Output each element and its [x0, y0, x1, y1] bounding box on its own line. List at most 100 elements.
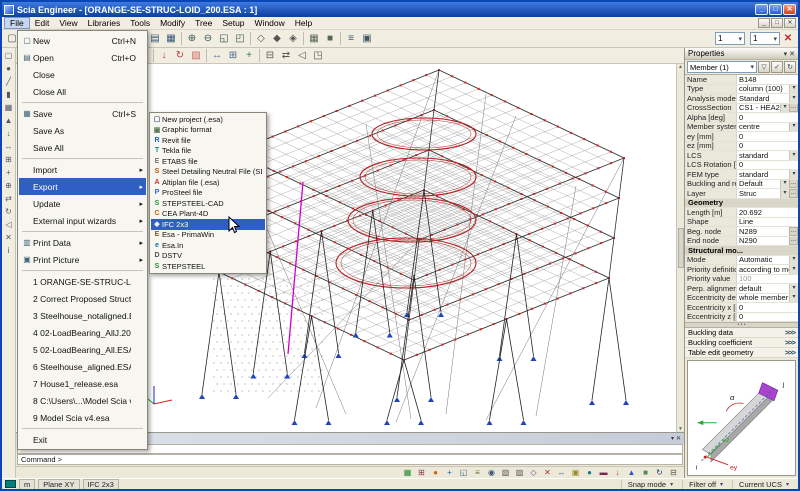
menu-file[interactable]: File [4, 17, 30, 29]
property-value[interactable]: 0 [737, 303, 798, 312]
menu-view[interactable]: View [54, 17, 82, 29]
ellipsis-button[interactable]: ... [789, 104, 798, 113]
chevron-down-icon[interactable]: ▾ [671, 435, 674, 442]
property-value[interactable]: default [737, 284, 789, 293]
copy-tool-icon[interactable]: ⊟ [262, 48, 278, 63]
dimension-tool-icon[interactable]: ↔ [209, 48, 225, 63]
export-menu-item-new-project-esa[interactable]: ▢New project (.esa) [151, 114, 265, 125]
export-menu-item-cea-plant-4d[interactable]: CCEA Plant-4D [151, 209, 265, 220]
zoom-out-icon[interactable]: ⊖ [200, 31, 216, 46]
viewport-scrollbar[interactable]: ▲ ▼ [676, 64, 684, 432]
file-menu-item-exit[interactable]: Exit [19, 431, 146, 448]
zoom-tool-icon[interactable]: ⊕ [3, 180, 15, 192]
support-icon[interactable]: ▲ [3, 115, 15, 127]
beam-icon[interactable]: ▮ [3, 89, 15, 101]
property-value[interactable]: 100 [737, 275, 798, 284]
property-value[interactable]: N290 [737, 237, 789, 246]
property-value[interactable]: according to member [737, 265, 789, 274]
property-value[interactable]: Line [737, 218, 798, 227]
select-icon[interactable]: ▢ [3, 50, 15, 62]
property-value[interactable]: Automatic [737, 256, 789, 265]
snap-mode-button[interactable]: Snap mode ▾ [621, 480, 679, 489]
export-menu-item-altiplan-file-esa[interactable]: AAltiplan file (.esa) [151, 177, 265, 188]
file-menu-item-new[interactable]: ▢NewCtrl+N [19, 32, 146, 49]
menu-tools[interactable]: Tools [125, 17, 155, 29]
wireframe-icon[interactable]: ▦ [306, 31, 322, 46]
visibility-icon[interactable]: ◉ [485, 467, 498, 478]
label-icon[interactable]: ▣ [569, 467, 582, 478]
chevron-down-icon[interactable]: ▾ [789, 123, 798, 132]
grid-tool-icon[interactable]: ⊞ [225, 48, 241, 63]
property-value[interactable]: Standard [737, 94, 789, 103]
refresh-view-icon[interactable]: ↻ [653, 467, 666, 478]
file-menu-item-open[interactable]: ▤OpenCtrl+O [19, 49, 146, 66]
property-value[interactable]: Struc [737, 189, 780, 198]
menu-setup[interactable]: Setup [217, 17, 249, 29]
chevron-down-icon[interactable]: ▾ [789, 294, 798, 303]
result-grid-icon[interactable]: ▦ [401, 467, 414, 478]
menu-edit[interactable]: Edit [30, 17, 55, 29]
clip-icon[interactable]: ✕ [541, 467, 554, 478]
export-menu-item-revit-file[interactable]: RRevit file [151, 135, 265, 146]
line-icon[interactable]: ╱ [3, 76, 15, 88]
node-icon[interactable]: ● [3, 63, 15, 75]
file-menu-item-external-input-wizards[interactable]: External input wizards▸ [19, 212, 146, 229]
view-side-icon[interactable]: ◆ [269, 31, 285, 46]
chevron-down-icon[interactable]: ▾ [789, 256, 798, 265]
ucs-icon[interactable]: + [3, 167, 15, 179]
export-menu-item-graphic-format[interactable]: ▣Graphic format [151, 125, 265, 136]
perspective-icon[interactable]: ◇ [527, 467, 540, 478]
scroll-thumb[interactable] [678, 228, 684, 268]
property-value[interactable]: centre [737, 123, 789, 132]
chevron-down-icon[interactable]: ▾ [789, 284, 798, 293]
ucs-tool-icon[interactable]: + [241, 48, 257, 63]
select-rect-icon[interactable]: ◱ [457, 467, 470, 478]
file-menu-item-9-model-scia-v4-esa[interactable]: 9 Model Scia v4.esa [19, 409, 146, 426]
load-icon[interactable]: ↓ [3, 128, 15, 140]
scroll-up-icon[interactable]: ▲ [678, 64, 683, 70]
activity-icon[interactable]: ▣ [359, 31, 375, 46]
filter-icon[interactable]: ▽ [758, 61, 770, 73]
mdi-close-button[interactable]: ✕ [784, 18, 796, 28]
layers2-icon[interactable]: ≡ [471, 467, 484, 478]
view-axo-icon[interactable]: ◈ [285, 31, 301, 46]
scroll-down-icon[interactable]: ▼ [678, 426, 683, 432]
support-display-icon[interactable]: ▲ [625, 467, 638, 478]
export-menu-item-stepsteel[interactable]: SSTEPSTEEL [151, 261, 265, 272]
moment-tool-icon[interactable]: ↻ [172, 48, 188, 63]
zoom-in-icon[interactable]: ⊕ [184, 31, 200, 46]
menu-window[interactable]: Window [250, 17, 290, 29]
file-menu-item-import[interactable]: Import▸ [19, 161, 146, 178]
file-menu-item-save[interactable]: ▦SaveCtrl+S [19, 105, 146, 122]
chevron-down-icon[interactable]: ▾ [789, 265, 798, 274]
property-value[interactable]: 20.692 [737, 208, 798, 217]
property-section-geometry[interactable]: Geometry [685, 199, 798, 209]
close-button[interactable]: ✕ [783, 4, 796, 15]
chevron-down-icon[interactable]: ▾ [789, 151, 798, 160]
mdi-minimize-button[interactable]: _ [758, 18, 770, 28]
file-menu-item-2-correct-proposed-structural-model-esa[interactable]: 2 Correct Proposed Structural Model.ESA [19, 290, 146, 307]
export-menu-item-stepsteel-cad[interactable]: SSTEPSTEEL-CAD [151, 198, 265, 209]
slab-icon[interactable]: ▦ [3, 102, 15, 114]
export-menu-item-dstv[interactable]: DDSTV [151, 251, 265, 262]
file-menu-item-print-data[interactable]: ▥Print Data▸ [19, 234, 146, 251]
check-icon[interactable]: ✓ [771, 61, 783, 73]
current-ucs-button[interactable]: Current UCS ▾ [732, 480, 795, 489]
file-menu-item-7-house1-release-esa[interactable]: 7 House1_release.esa [19, 375, 146, 392]
property-value[interactable]: 0 [737, 313, 798, 322]
property-value[interactable]: column (100) [737, 85, 789, 94]
property-object-selector[interactable]: Member (1) ▾ [687, 61, 757, 73]
ellipsis-button[interactable]: ... [789, 180, 798, 189]
table-icon[interactable]: ▦ [163, 31, 179, 46]
file-menu-item-4-02-loadbearing-allj-2042011-esa[interactable]: 4 02-LoadBearing_AllJ.2042011.ESA [19, 324, 146, 341]
mesh-icon[interactable]: ⊞ [415, 467, 428, 478]
zoom-window-icon[interactable]: ◱ [216, 31, 232, 46]
file-menu-item-close-all[interactable]: Close All [19, 83, 146, 100]
file-menu-item-close[interactable]: Close [19, 66, 146, 83]
close-view-icon[interactable]: ✕ [780, 31, 796, 46]
load-panel-icon[interactable]: ▧ [188, 48, 204, 63]
property-section-structural-mo[interactable]: Structural mo... [685, 246, 798, 256]
file-menu-item-save-as[interactable]: Save As [19, 122, 146, 139]
export-menu-item-steel-detailing-neutral-file-sdnf[interactable]: SSteel Detailing Neutral File (SDNF) [151, 167, 265, 178]
export-menu-item-tekla-file[interactable]: TTekla file [151, 146, 265, 157]
